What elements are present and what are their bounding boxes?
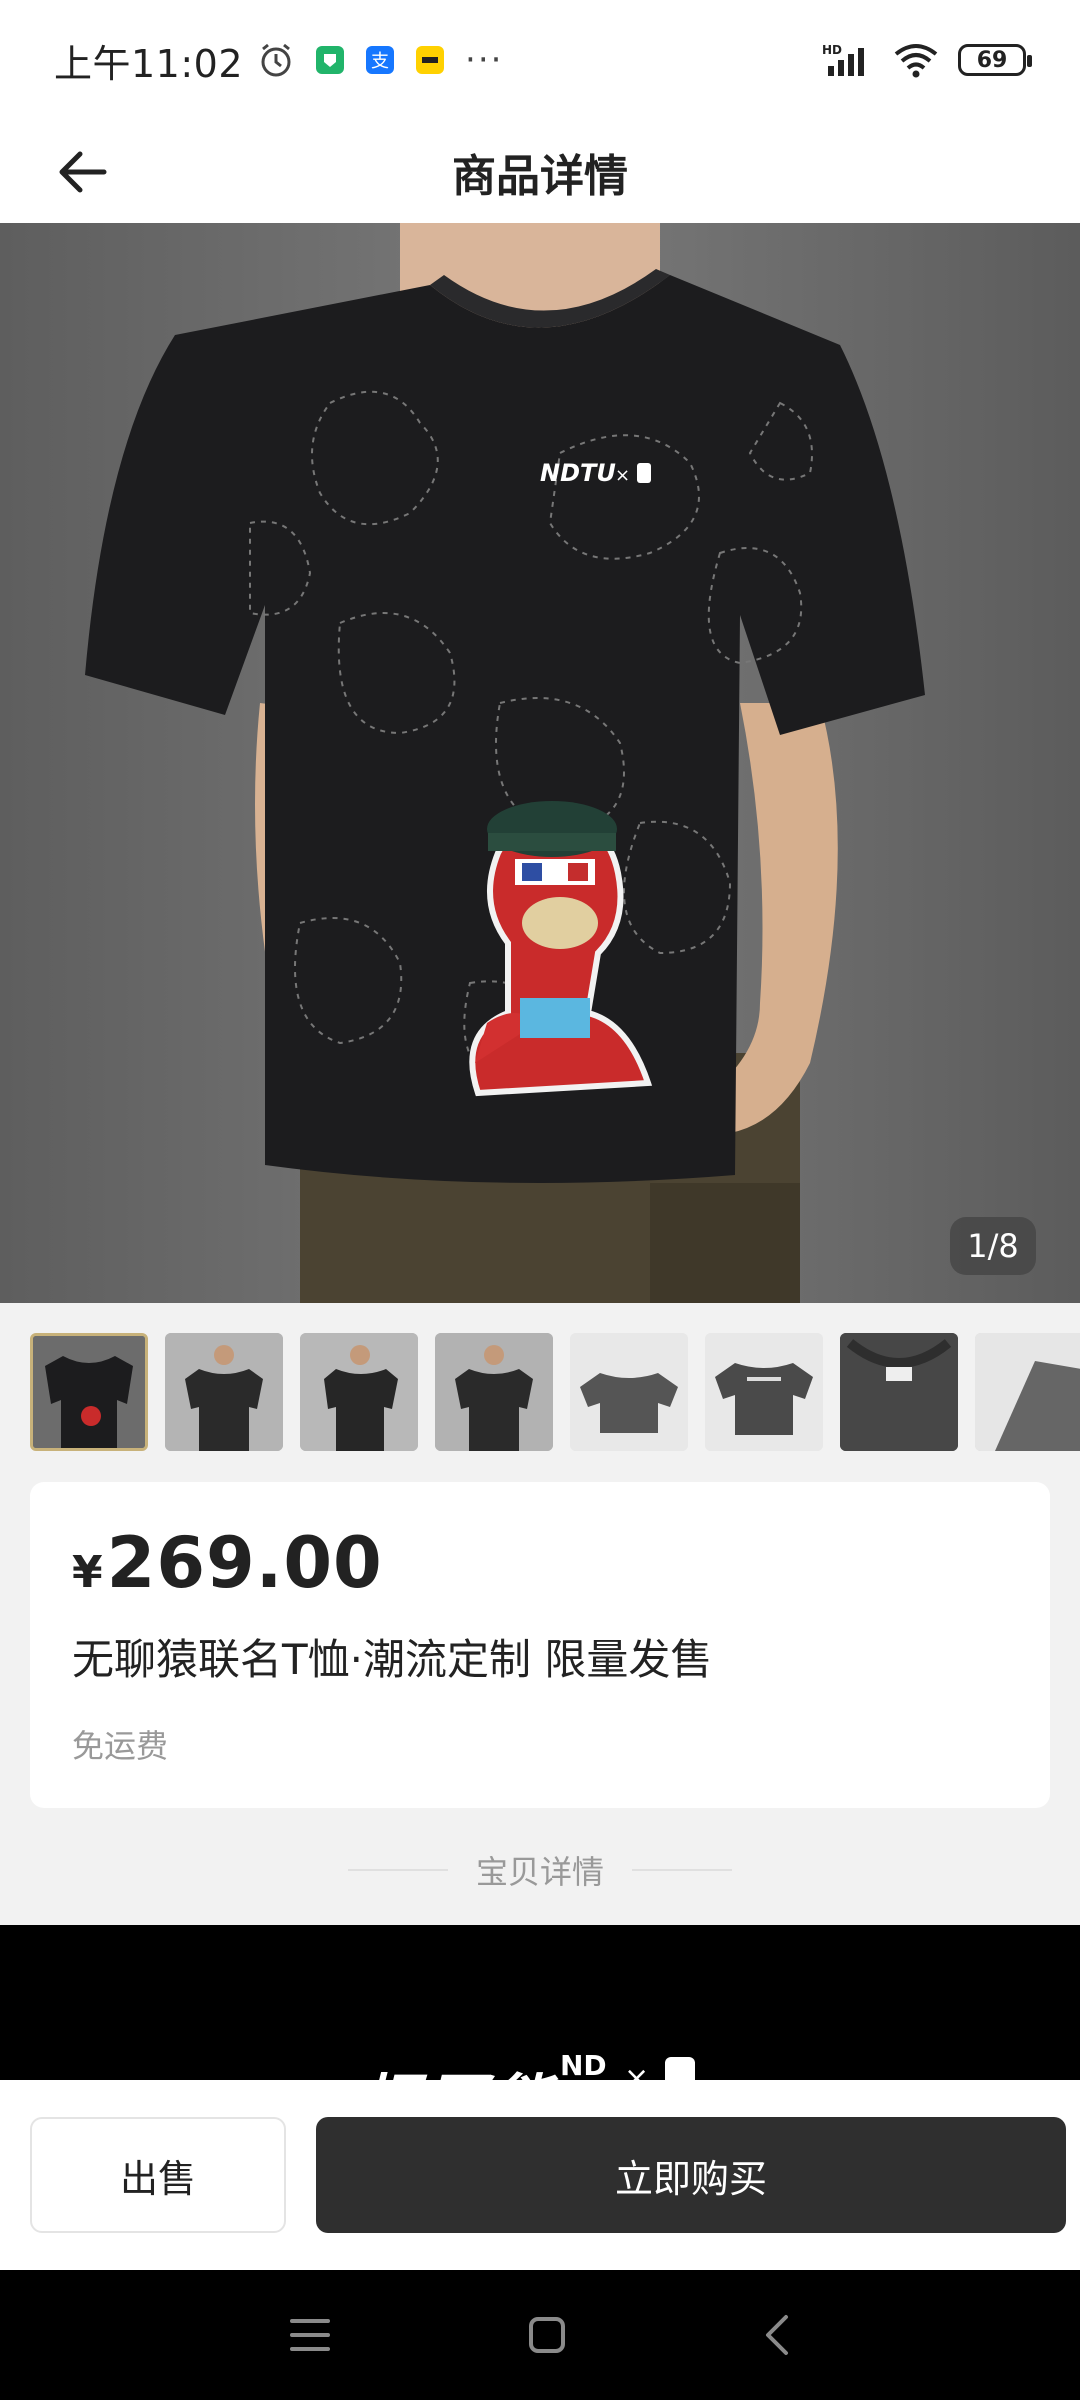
- thumbnail-3[interactable]: [300, 1333, 418, 1451]
- header: 商品详情: [0, 120, 1080, 223]
- thumbnail-8[interactable]: [975, 1333, 1080, 1451]
- buy-now-button[interactable]: 立即购买: [316, 2117, 1066, 2233]
- back-nav-icon[interactable]: [762, 2313, 792, 2357]
- thumbnail-strip[interactable]: [0, 1303, 1080, 1483]
- wifi-icon: [894, 44, 938, 78]
- product-image-carousel[interactable]: NDTU × 1/8: [0, 223, 1080, 1303]
- home-icon[interactable]: [527, 2315, 567, 2355]
- price-value: 269.00: [106, 1522, 383, 1604]
- shipping-info: 免运费: [72, 1727, 169, 1765]
- bottom-action-bar: 出售 立即购买: [0, 2080, 1080, 2270]
- thumbnail-2[interactable]: [165, 1333, 283, 1451]
- divider-line-right: [632, 1869, 732, 1871]
- alarm-icon: [261, 43, 291, 77]
- svg-text:支: 支: [371, 51, 389, 72]
- menu-icon[interactable]: [288, 2315, 332, 2355]
- detail-banner-logo-icon: [665, 2057, 695, 2080]
- product-title: 无聊猿联名T恤·潮流定制 限量发售: [72, 1635, 713, 1684]
- thumbnail-5[interactable]: [570, 1333, 688, 1451]
- detail-divider: 宝贝详情: [0, 1830, 1080, 1910]
- status-system-icons: HD 69: [822, 42, 1032, 78]
- svg-text:×: ×: [615, 465, 630, 486]
- detail-divider-label: 宝贝详情: [475, 1853, 604, 1891]
- thumbnail-7[interactable]: [840, 1333, 958, 1451]
- detail-banner-headline: 扭蛋熊: [358, 2053, 556, 2080]
- sell-button[interactable]: 出售: [30, 2117, 286, 2233]
- price: ¥ 269.00: [72, 1522, 1008, 1604]
- detail-banner-image: 扭蛋熊 ND ×: [0, 1925, 1080, 2080]
- more-notifications-icon: ···: [465, 40, 504, 80]
- thumbnail-4[interactable]: [435, 1333, 553, 1451]
- detail-banner-mark: ND: [560, 2049, 607, 2080]
- battery-indicator: 69: [958, 44, 1032, 76]
- signal-icon: HD: [822, 43, 864, 76]
- alipay-icon: 支: [366, 46, 395, 74]
- meituan-icon: [416, 46, 445, 74]
- status-notification-icons: 支 ···: [257, 40, 503, 80]
- arrow-left-icon: [59, 151, 107, 193]
- status-bar: 上午11:02 支 ··· HD 69: [0, 0, 1080, 120]
- divider-line-left: [347, 1869, 448, 1871]
- svg-text:HD: HD: [822, 43, 842, 57]
- thumbnail-1[interactable]: [30, 1333, 148, 1451]
- page-title: 商品详情: [452, 150, 628, 202]
- product-photo: NDTU ×: [0, 223, 1080, 1303]
- system-navigation-bar: [0, 2270, 1080, 2400]
- svg-text:NDTU: NDTU: [540, 459, 616, 487]
- detail-banner-x: ×: [624, 2061, 650, 2080]
- product-info-card: ¥ 269.00 无聊猿联名T恤·潮流定制 限量发售 免运费: [30, 1482, 1050, 1808]
- image-counter: 1/8: [950, 1217, 1036, 1275]
- back-button[interactable]: [52, 142, 112, 202]
- status-time: 上午11:02: [54, 41, 244, 86]
- thumbnail-6[interactable]: [705, 1333, 823, 1451]
- currency-symbol: ¥: [72, 1547, 103, 1598]
- shield-app-icon: [316, 46, 345, 74]
